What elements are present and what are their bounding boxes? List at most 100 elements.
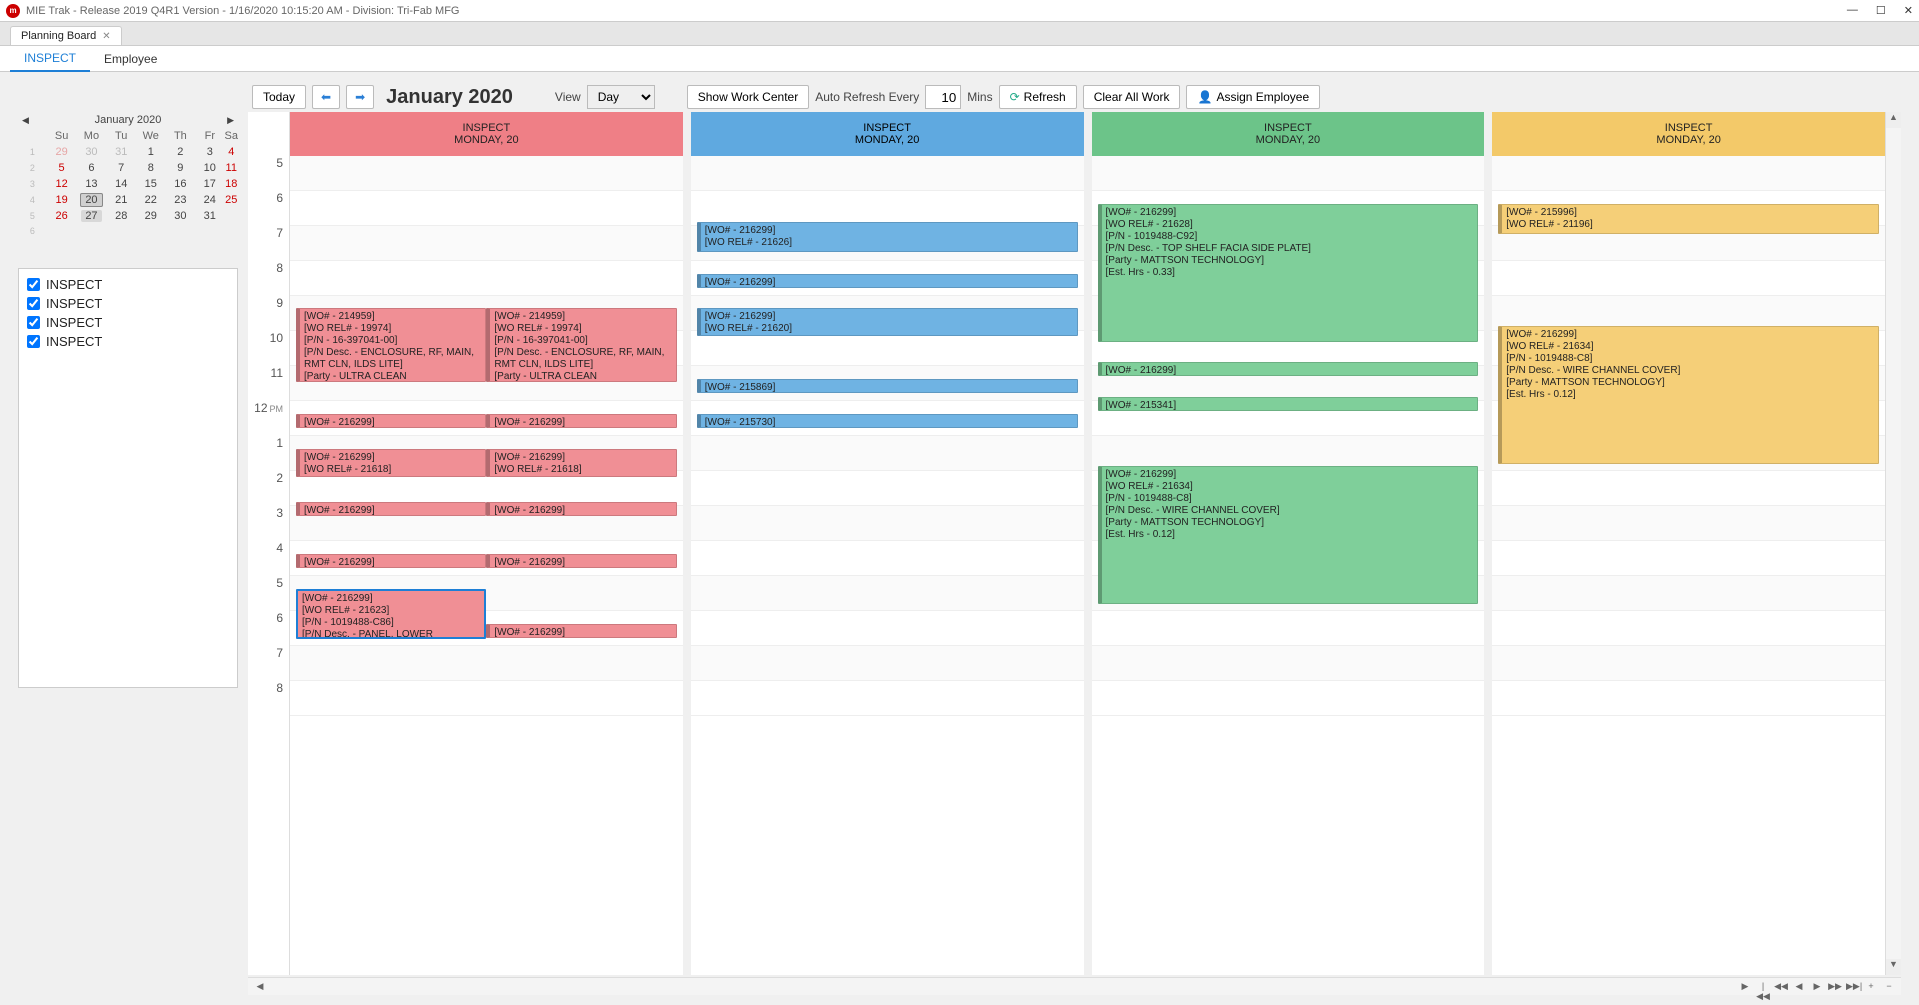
filter-checkbox[interactable] [27,278,40,291]
cal-day[interactable]: 9 [166,160,195,176]
refresh-button[interactable]: ⟳Refresh [999,85,1077,109]
auto-refresh-input[interactable] [925,85,961,109]
cal-day[interactable]: 3 [195,144,224,160]
nav-first-icon[interactable]: |◀◀ [1755,980,1771,994]
prev-day-button[interactable]: ⬅ [312,85,340,109]
assign-employee-button[interactable]: 👤Assign Employee [1186,85,1320,109]
work-order-event[interactable]: [WO# - 216299] [296,502,486,516]
work-order-event[interactable]: [WO# - 216299] [1098,362,1479,376]
today-button[interactable]: Today [252,85,306,109]
cal-day[interactable]: 16 [166,176,195,192]
cal-day[interactable] [225,208,239,224]
filter-checkbox[interactable] [27,316,40,329]
cal-day[interactable]: 4 [225,144,239,160]
work-order-event[interactable]: [WO# - 216299][WO REL# - 21626] [697,222,1078,252]
scroll-up-icon[interactable]: ▲ [1886,112,1901,128]
work-order-event[interactable]: [WO# - 215341] [1098,397,1479,411]
column-header[interactable]: INSPECT MONDAY, 20 [1492,112,1885,156]
work-order-event[interactable]: [WO# - 215996][WO REL# - 21196] [1498,204,1879,234]
nav-next-icon[interactable]: ▶ [1809,980,1825,994]
cal-day[interactable]: 27 [76,208,106,224]
tab-planning-board[interactable]: Planning Board ✕ [10,26,122,45]
work-order-event[interactable]: [WO# - 216299][WO REL# - 21618] [296,449,486,477]
cal-day[interactable]: 15 [136,176,166,192]
work-order-event[interactable]: [WO# - 214959][WO REL# - 19974][P/N - 16… [296,308,486,382]
work-order-event[interactable]: [WO# - 216299][WO REL# - 21618] [486,449,676,477]
minimize-button[interactable]: — [1847,4,1858,17]
work-order-event[interactable]: [WO# - 216299] [486,624,676,638]
cal-day[interactable]: 14 [107,176,136,192]
subtab-employee[interactable]: Employee [90,47,171,71]
cal-day[interactable]: 31 [195,208,224,224]
column-header[interactable]: INSPECT MONDAY, 20 [1092,112,1485,156]
subtab-inspect[interactable]: INSPECT [10,46,90,72]
column-grid[interactable]: [WO# - 216299][WO REL# - 21626] [WO# - 2… [691,156,1084,975]
work-order-event[interactable]: [WO# - 216299][WO REL# - 21620] [697,308,1078,336]
work-order-event[interactable]: [WO# - 215869] [697,379,1078,393]
hscroll-right-icon[interactable]: ▶ [1737,980,1753,994]
nav-add-icon[interactable]: + [1863,980,1879,994]
work-order-event-selected[interactable]: [WO# - 216299][WO REL# - 21623][P/N - 10… [296,589,486,639]
view-select[interactable]: Day [587,85,655,109]
nav-remove-icon[interactable]: − [1881,980,1897,994]
cal-day[interactable]: 25 [225,192,239,208]
filter-row[interactable]: INSPECT [25,275,231,294]
filter-row[interactable]: INSPECT [25,313,231,332]
cal-day[interactable]: 12 [47,176,77,192]
work-order-event[interactable]: [WO# - 215730] [697,414,1078,428]
cal-day[interactable]: 31 [107,144,136,160]
cal-day[interactable]: 30 [166,208,195,224]
hscroll-left-icon[interactable]: ◀ [252,980,268,994]
cal-day[interactable]: 8 [136,160,166,176]
clear-all-work-button[interactable]: Clear All Work [1083,85,1181,109]
nav-nextpage-icon[interactable]: ▶▶ [1827,980,1843,994]
cal-day[interactable]: 6 [76,160,106,176]
work-order-event[interactable]: [WO# - 216299][WO REL# - 21634][P/N - 10… [1498,326,1879,464]
work-order-event[interactable]: [WO# - 216299][WO REL# - 21628][P/N - 10… [1098,204,1479,342]
cal-day[interactable]: 30 [76,144,106,160]
next-day-button[interactable]: ➡ [346,85,374,109]
cal-day-selected[interactable]: 20 [76,192,106,208]
cal-day[interactable]: 11 [225,160,239,176]
cal-prev-icon[interactable]: ◀ [22,115,29,126]
column-header[interactable]: INSPECT MONDAY, 20 [691,112,1084,156]
filter-checkbox[interactable] [27,335,40,348]
nav-prevpage-icon[interactable]: ◀◀ [1773,980,1789,994]
close-button[interactable]: ✕ [1904,4,1913,17]
cal-day[interactable]: 23 [166,192,195,208]
cal-day[interactable]: 21 [107,192,136,208]
cal-day[interactable]: 17 [195,176,224,192]
cal-day[interactable]: 29 [136,208,166,224]
work-order-event[interactable]: [WO# - 216299] [486,502,676,516]
scroll-down-icon[interactable]: ▼ [1886,959,1901,975]
nav-last-icon[interactable]: ▶▶| [1845,980,1861,994]
column-grid[interactable]: [WO# - 216299][WO REL# - 21628][P/N - 10… [1092,156,1485,975]
cal-day[interactable]: 28 [107,208,136,224]
show-workcenter-button[interactable]: Show Work Center [687,85,809,109]
filter-row[interactable]: INSPECT [25,332,231,351]
cal-month-label[interactable]: January 2020 [95,114,162,126]
column-header[interactable]: INSPECT MONDAY, 20 [290,112,683,156]
cal-day[interactable]: 2 [166,144,195,160]
filter-row[interactable]: INSPECT [25,294,231,313]
vertical-scrollbar[interactable]: ▲ ▼ [1885,112,1901,975]
work-order-event[interactable]: [WO# - 216299] [486,414,676,428]
tab-close-icon[interactable]: ✕ [102,31,110,42]
cal-day[interactable]: 10 [195,160,224,176]
maximize-button[interactable]: ☐ [1876,4,1886,17]
work-order-event[interactable]: [WO# - 216299] [697,274,1078,288]
work-order-event[interactable]: [WO# - 216299][WO REL# - 21634][P/N - 10… [1098,466,1479,604]
column-grid[interactable]: [WO# - 215996][WO REL# - 21196] [WO# - 2… [1492,156,1885,975]
cal-day[interactable]: 26 [47,208,77,224]
cal-next-icon[interactable]: ▶ [227,115,234,126]
cal-day[interactable]: 18 [225,176,239,192]
cal-day[interactable]: 1 [136,144,166,160]
filter-checkbox[interactable] [27,297,40,310]
work-order-event[interactable]: [WO# - 216299] [296,554,486,568]
cal-day[interactable]: 29 [47,144,77,160]
cal-day[interactable]: 19 [47,192,77,208]
cal-day[interactable]: 22 [136,192,166,208]
column-grid[interactable]: [WO# - 214959][WO REL# - 19974][P/N - 16… [290,156,683,975]
cal-day[interactable]: 7 [107,160,136,176]
work-order-event[interactable]: [WO# - 216299] [296,414,486,428]
